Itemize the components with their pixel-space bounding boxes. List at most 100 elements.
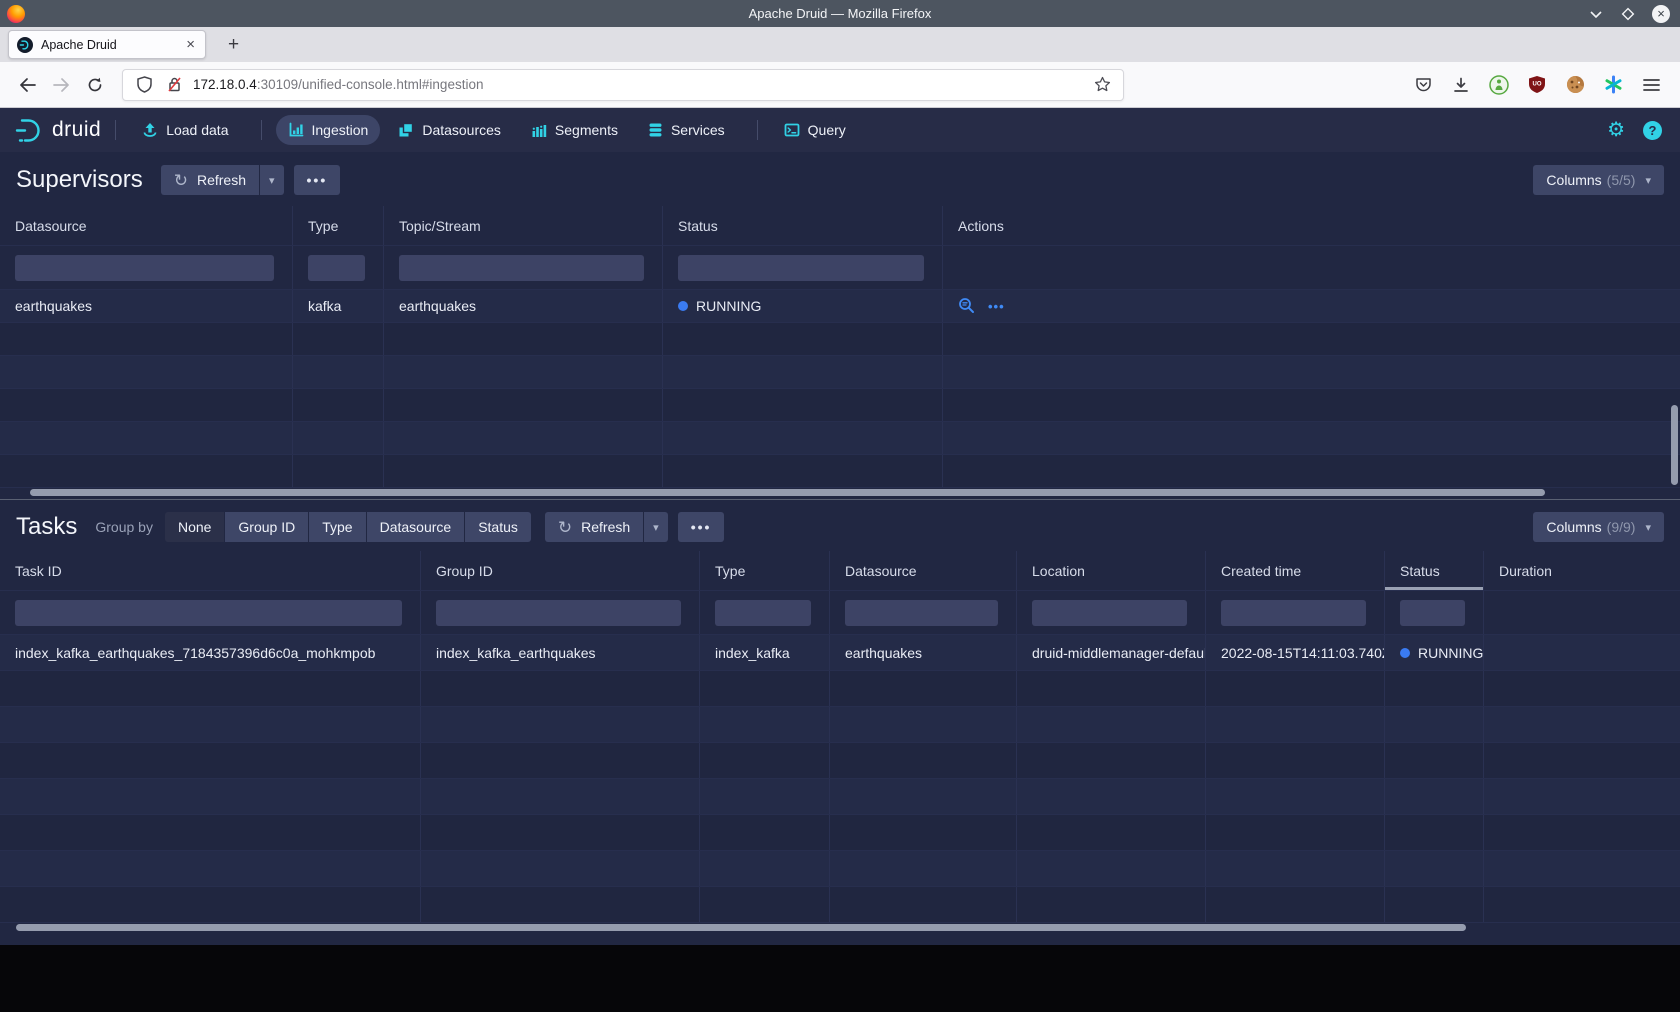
supervisors-refresh-caret-button[interactable]: ▾ — [260, 165, 284, 195]
tasks-table: Task ID Group ID Type Datasource Locatio… — [0, 551, 1680, 932]
reload-button[interactable] — [80, 70, 110, 100]
filter-datasource-input[interactable] — [845, 600, 998, 626]
tasks-title: Tasks — [16, 513, 77, 541]
supervisors-refresh-button[interactable]: ↻Refresh — [161, 165, 259, 195]
col-header-actions[interactable]: Actions — [943, 206, 1680, 245]
tab-title: Apache Druid — [41, 38, 184, 52]
desktop-background — [0, 945, 1680, 1012]
empty-row — [0, 743, 1680, 779]
horizontal-scrollbar[interactable] — [30, 489, 1545, 496]
supervisors-columns-button[interactable]: Columns(5/5)▾ — [1533, 165, 1664, 195]
nav-item-query[interactable]: Query — [772, 115, 858, 145]
druid-navbar: druid Load data Ingestion — [0, 108, 1680, 152]
vertical-scrollbar[interactable] — [1671, 405, 1678, 485]
help-icon[interactable]: ? — [1643, 121, 1662, 140]
col-header-datasource[interactable]: Datasource — [830, 551, 1017, 590]
tasks-filter-row — [0, 591, 1680, 635]
ingestion-icon — [288, 122, 304, 138]
filter-group-id-input[interactable] — [436, 600, 681, 626]
col-header-status-sorted[interactable]: Status — [1385, 551, 1484, 590]
filter-datasource-input[interactable] — [15, 255, 274, 281]
settings-gear-icon[interactable]: ⚙ — [1607, 120, 1625, 140]
filter-created-time-input[interactable] — [1221, 600, 1366, 626]
group-by-none-button[interactable]: None — [165, 512, 224, 542]
new-tab-button[interactable]: + — [222, 34, 245, 56]
detail-magnifier-icon[interactable] — [958, 297, 976, 315]
supervisor-actions: ••• — [943, 290, 1680, 322]
tracking-shield-icon[interactable] — [133, 74, 155, 96]
filter-type-input[interactable] — [308, 255, 365, 281]
url-host: 172.18.0.4 — [193, 77, 257, 92]
task-location: druid-middlemanager-defaul... — [1017, 635, 1206, 670]
nav-item-label: Query — [808, 122, 846, 138]
tab-strip: Apache Druid × + — [0, 27, 1680, 62]
menu-hamburger-icon[interactable] — [1640, 74, 1662, 96]
group-by-status-button[interactable]: Status — [465, 512, 531, 542]
nav-item-ingestion[interactable]: Ingestion — [276, 115, 381, 145]
bookmark-star-icon[interactable] — [1091, 74, 1113, 96]
group-by-type-button[interactable]: Type — [309, 512, 365, 542]
col-header-type[interactable]: Type — [700, 551, 830, 590]
task-type: index_kafka — [700, 635, 830, 670]
tab-close-icon[interactable]: × — [184, 36, 197, 53]
filter-location-input[interactable] — [1032, 600, 1187, 626]
group-by-datasource-button[interactable]: Datasource — [367, 512, 465, 542]
supervisor-topic: earthquakes — [384, 290, 663, 322]
group-by-group-id-button[interactable]: Group ID — [225, 512, 308, 542]
supervisor-status: RUNNING — [663, 290, 943, 322]
nav-item-label: Segments — [555, 122, 618, 138]
empty-row — [0, 356, 1680, 389]
col-header-type[interactable]: Type — [293, 206, 384, 245]
filter-type-input[interactable] — [715, 600, 811, 626]
extension-asterisk-icon[interactable] — [1602, 74, 1624, 96]
section-divider — [0, 499, 1680, 500]
task-row[interactable]: index_kafka_earthquakes_7184357396d6c0a_… — [0, 635, 1680, 671]
supervisors-more-button[interactable]: ••• — [294, 165, 341, 195]
filter-task-id-input[interactable] — [15, 600, 402, 626]
url-bar[interactable]: 172.18.0.4:30109/unified-console.html#in… — [122, 69, 1124, 101]
window-maximize-button[interactable] — [1620, 6, 1636, 22]
col-header-group-id[interactable]: Group ID — [421, 551, 700, 590]
cookie-icon[interactable] — [1564, 74, 1586, 96]
supervisor-row[interactable]: earthquakes kafka earthquakes RUNNING ••… — [0, 290, 1680, 323]
row-more-actions-icon[interactable]: ••• — [988, 299, 1005, 314]
col-header-task-id[interactable]: Task ID — [0, 551, 421, 590]
nav-item-load-data[interactable]: Load data — [130, 115, 240, 145]
druid-logo[interactable]: druid — [14, 117, 101, 144]
horizontal-scrollbar[interactable] — [16, 924, 1466, 931]
services-icon — [648, 122, 663, 138]
pocket-icon[interactable] — [1412, 74, 1434, 96]
tasks-more-button[interactable]: ••• — [678, 512, 725, 542]
window-close-button[interactable]: × — [1652, 5, 1670, 23]
nav-item-datasources[interactable]: Datasources — [386, 115, 513, 145]
url-text[interactable]: 172.18.0.4:30109/unified-console.html#in… — [193, 77, 1091, 92]
tasks-columns-button[interactable]: Columns(9/9)▾ — [1533, 512, 1664, 542]
filter-status-input[interactable] — [678, 255, 924, 281]
forward-button[interactable] — [46, 70, 76, 100]
col-header-duration[interactable]: Duration — [1484, 551, 1680, 590]
empty-row — [0, 323, 1680, 356]
group-by-label: Group by — [95, 519, 153, 535]
downloads-icon[interactable] — [1450, 74, 1472, 96]
col-header-created-time[interactable]: Created time — [1206, 551, 1385, 590]
task-duration — [1484, 635, 1680, 670]
query-icon — [784, 122, 800, 138]
col-header-location[interactable]: Location — [1017, 551, 1206, 590]
insecure-lock-icon[interactable] — [163, 74, 185, 96]
back-button[interactable] — [12, 70, 42, 100]
tasks-refresh-button[interactable]: ↻Refresh — [545, 512, 643, 542]
filter-status-input[interactable] — [1400, 600, 1465, 626]
nav-item-services[interactable]: Services — [636, 115, 737, 145]
ublock-icon[interactable]: UO — [1526, 74, 1548, 96]
window-minimize-button[interactable] — [1588, 6, 1604, 22]
browser-tab[interactable]: Apache Druid × — [8, 30, 206, 59]
col-header-datasource[interactable]: Datasource — [0, 206, 293, 245]
col-header-status[interactable]: Status — [663, 206, 943, 245]
col-header-topic-stream[interactable]: Topic/Stream — [384, 206, 663, 245]
extension-green-icon[interactable] — [1488, 74, 1510, 96]
tasks-refresh-caret-button[interactable]: ▾ — [644, 512, 668, 542]
task-created-time: 2022-08-15T14:11:03.740Z — [1206, 635, 1385, 670]
status-dot-icon — [678, 301, 688, 311]
nav-item-segments[interactable]: Segments — [519, 115, 630, 145]
filter-topic-input[interactable] — [399, 255, 644, 281]
